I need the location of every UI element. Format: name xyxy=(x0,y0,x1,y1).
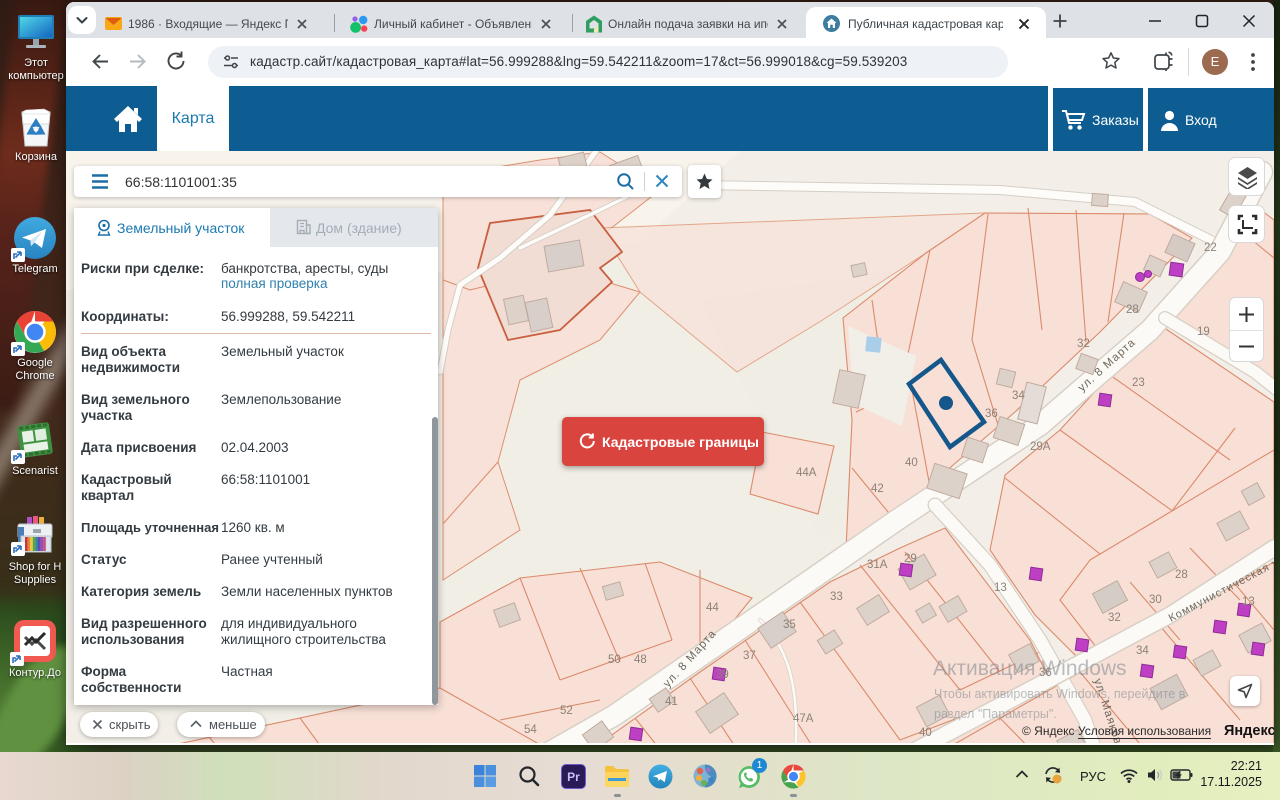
svg-text:48: 48 xyxy=(634,654,647,666)
svg-text:13: 13 xyxy=(1242,596,1255,608)
svg-text:13: 13 xyxy=(994,582,1007,594)
svg-text:47А: 47А xyxy=(793,713,814,725)
svg-text:30: 30 xyxy=(1149,594,1162,606)
svg-text:44А: 44А xyxy=(796,467,817,479)
svg-text:33: 33 xyxy=(830,591,843,603)
svg-text:34: 34 xyxy=(1136,645,1149,657)
svg-text:52: 52 xyxy=(560,705,573,717)
svg-text:34: 34 xyxy=(1012,390,1025,402)
svg-text:29: 29 xyxy=(904,553,917,565)
svg-text:29А: 29А xyxy=(1030,441,1051,453)
svg-text:28: 28 xyxy=(1175,569,1188,581)
svg-text:50: 50 xyxy=(608,654,621,666)
svg-text:19: 19 xyxy=(1197,326,1210,338)
svg-text:35: 35 xyxy=(783,619,796,631)
svg-text:31А: 31А xyxy=(867,559,888,571)
svg-text:40: 40 xyxy=(905,457,918,469)
svg-text:37: 37 xyxy=(743,650,756,662)
svg-text:32: 32 xyxy=(1108,612,1121,624)
svg-text:22: 22 xyxy=(1204,242,1217,254)
svg-text:44: 44 xyxy=(706,602,719,614)
svg-text:28: 28 xyxy=(1126,304,1139,316)
svg-text:54: 54 xyxy=(524,724,537,736)
svg-text:32: 32 xyxy=(1077,338,1090,350)
svg-text:42: 42 xyxy=(871,483,884,495)
svg-text:36: 36 xyxy=(985,408,998,420)
svg-text:23: 23 xyxy=(1132,377,1145,389)
svg-text:41: 41 xyxy=(665,696,678,708)
svg-text:40: 40 xyxy=(919,727,932,739)
svg-text:39: 39 xyxy=(716,669,729,681)
